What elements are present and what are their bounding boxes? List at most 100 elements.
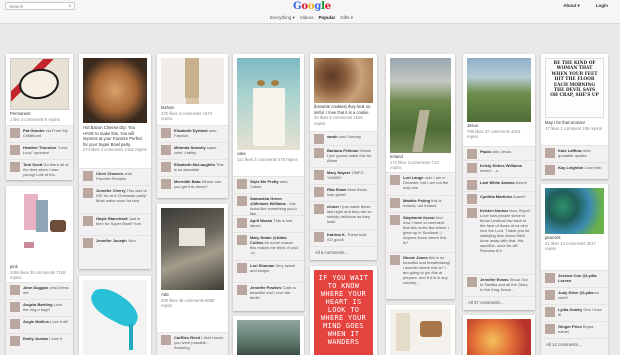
avatar[interactable] [237,285,247,295]
avatar[interactable] [545,148,555,158]
pin-card[interactable] [79,276,151,355]
avatar[interactable] [314,170,324,180]
nav-videos[interactable]: Videos [300,15,314,21]
avatar[interactable] [545,307,555,317]
pin-card[interactable] [386,305,455,355]
avatar[interactable] [161,335,171,345]
pin-image[interactable] [314,58,373,103]
avatar[interactable] [10,336,20,346]
pin-image[interactable]: BE THE KIND OF WOMAN THAT WHEN YOUR FEET… [545,58,604,118]
avatar[interactable] [83,216,93,226]
pin-image[interactable] [237,58,300,150]
pin-card[interactable]: {brownie cookies} they look so sinful. I… [310,54,377,260]
pin-card[interactable]: Hot Bacon Cheese Dip: You HAVE to make t… [79,54,151,269]
pin-image[interactable]: IF YOU WAIT TO KNOW WHERE YOUR HEART IS … [314,270,373,355]
avatar[interactable] [237,196,247,206]
avatar[interactable] [237,235,247,245]
avatar[interactable] [83,238,93,248]
avatar[interactable] [314,204,324,214]
avatar[interactable] [83,188,93,198]
pin-image[interactable] [467,58,531,122]
search-button[interactable]: ⌕ [66,3,74,9]
comment: Heather Thurston "Love Lucy" sponsor! [6,142,73,159]
pin-card[interactable]: BE THE KIND OF WOMAN THAT WHEN YOUR FEET… [541,54,608,179]
login-link[interactable]: Login [596,3,608,9]
pin-card[interactable] [463,315,535,355]
avatar[interactable] [161,179,171,189]
comment: Mary Nolan @Abba Collins for some reason… [233,232,304,260]
avatar[interactable] [10,285,20,295]
comment: Cynthia Martinez Amen!! [463,191,535,205]
avatar[interactable] [161,128,171,138]
search-input[interactable]: Search [5,2,75,10]
pin-stats: 174 likes 3 comments 713 repins [390,159,439,171]
pin-card[interactable]: fashion 232 likes 4 comments 1674 repins… [157,54,228,198]
avatar[interactable] [545,324,555,334]
comment: Elizabeth Dyrland onto Fashion [157,125,228,142]
pin-image[interactable] [467,319,531,355]
avatar[interactable] [237,263,247,273]
comment: Jennifer Evans Shout Out to Tabitha and … [463,274,535,296]
pin-image[interactable] [83,280,147,355]
pin-image[interactable] [161,58,224,104]
pin-image[interactable] [161,208,224,290]
pin-image[interactable] [237,320,300,355]
pin-image[interactable] [390,309,451,355]
pin-card[interactable]: Ireland 174 likes 3 comments 713 repins … [386,54,455,299]
nav-gifts[interactable]: Gifts ▾ [340,15,353,21]
pin-card[interactable]: pink 1084 likes 39 comments 7108 repins … [6,186,73,355]
avatar[interactable] [314,134,324,144]
about-menu[interactable]: About ▾ [563,3,580,9]
logo-icon [16,65,62,103]
avatar[interactable] [10,145,20,155]
avatar[interactable] [314,187,324,197]
avatar[interactable] [467,194,477,204]
avatar[interactable] [467,277,477,287]
pin-card[interactable]: Jesus 786 likes 37 comments 4010 repins … [463,54,535,310]
dress-image [185,58,199,98]
avatar[interactable] [545,273,555,283]
pin-card[interactable]: IF YOU WAIT TO KNOW WHERE YOUR HEART IS … [310,266,377,355]
avatar[interactable] [390,198,400,208]
pin-image[interactable] [390,58,451,153]
logo[interactable]: Google [293,1,331,12]
avatar[interactable] [10,302,20,312]
avatar[interactable] [467,180,477,190]
avatar[interactable] [545,165,555,175]
nav-popular[interactable]: Popular [318,15,335,21]
pin-card[interactable]: Attic 200 likes 46 comments 8058 repins … [157,204,228,355]
all-comments-link[interactable]: All 37 comments... [463,296,535,310]
pin-image[interactable] [10,58,69,110]
avatar[interactable] [545,290,555,300]
avatar[interactable] [467,149,477,159]
avatar[interactable] [237,218,247,228]
avatar[interactable] [83,171,93,181]
pin-card[interactable]: peacock 31 likes 14 comments 3017 repins… [541,184,608,355]
path-image [412,110,430,152]
avatar[interactable] [467,208,477,218]
avatar[interactable] [390,215,400,225]
avatar[interactable] [390,175,400,185]
avatar[interactable] [390,255,400,265]
pin-image[interactable] [83,58,147,123]
pin-card[interactable]: Permanent 1 like 2 comments 8 repins Pat… [6,54,73,180]
comment: Katrina K. These look SO good! [310,229,377,246]
pin-image[interactable] [10,190,69,263]
avatar[interactable] [10,162,20,172]
all-comments-link[interactable]: All 14 comments... [541,338,608,355]
avatar[interactable] [237,179,247,189]
avatar[interactable] [467,163,477,173]
avatar[interactable] [161,162,171,172]
pin-card[interactable]: cake 111 likes 3 comments 570 repins Sty… [233,54,304,311]
pin-card[interactable] [233,316,304,355]
avatar[interactable] [10,128,20,138]
nav-everything[interactable]: Everything ▾ [270,15,295,21]
avatar[interactable] [314,232,324,242]
comment: Toni Scott Go there all of the time when… [6,159,73,180]
pin-image[interactable] [545,188,604,234]
avatar[interactable] [10,319,20,329]
comment: Mary Nayzer OMFG YUMMY [310,167,377,184]
avatar[interactable] [161,145,171,155]
all-comments-link[interactable]: All 6 comments... [310,246,377,260]
avatar[interactable] [314,148,324,158]
